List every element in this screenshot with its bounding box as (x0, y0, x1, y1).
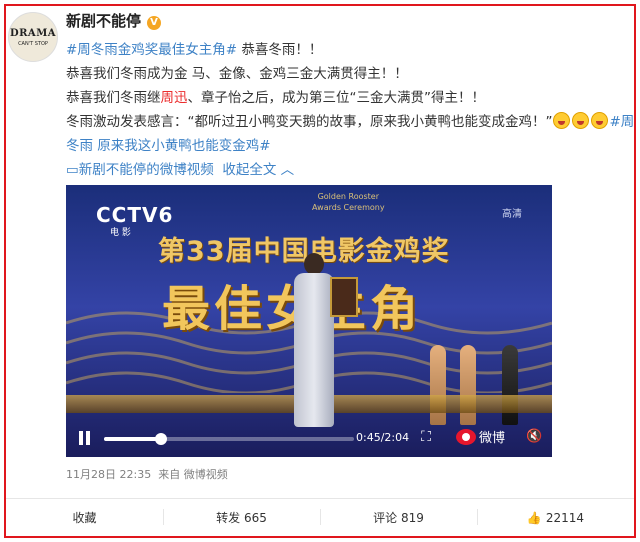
quality-label: 高清 (502, 209, 522, 220)
hashtag-link[interactable]: #周冬雨金鸡奖最佳女主角# (66, 42, 237, 58)
action-bar: 收藏 转发 665 评论 819 👍 22114 (6, 499, 634, 536)
hashtag-link[interactable]: #周 (610, 114, 635, 130)
mention-link[interactable]: 周迅 (161, 90, 188, 106)
source: 来自 微博视频 (158, 468, 228, 481)
post-meta: 11月28日 22:35 来自 微博视频 (66, 466, 228, 482)
post-text: 恭喜我们冬雨继 (66, 90, 161, 106)
weibo-logo-icon (456, 429, 476, 445)
grin-emoji-icon (571, 112, 589, 129)
grin-emoji-icon (590, 112, 608, 129)
channel-sub: 电 影 (110, 228, 131, 238)
repost-button[interactable]: 转发 665 (163, 499, 320, 536)
time-display: 0:45/2:04 (356, 431, 410, 444)
thumbs-up-icon: 👍 (526, 510, 542, 525)
video-player[interactable]: CCTV6 电 影 Golden Rooster Awards Ceremony… (66, 185, 552, 457)
post-line-4: 冬雨激动发表感言：“都听过丑小鸭变天鹅的故事，原来我小黄鸭也能变成金鸡！” #周 (66, 110, 640, 134)
video-icon: ▭ (66, 162, 79, 178)
progress-fill (104, 437, 161, 441)
progress-knob[interactable] (154, 433, 167, 445)
post-line-1: #周冬雨金鸡奖最佳女主角# 恭喜冬雨！！ (66, 38, 640, 62)
chevron-up-icon: ︿ (276, 162, 295, 178)
fullscreen-icon[interactable]: ⛶ (418, 429, 434, 445)
timestamp[interactable]: 11月28日 22:35 (66, 468, 151, 481)
pause-icon[interactable] (78, 431, 92, 445)
post-text: 、章子怡之后，成为第三位“三金大满贯”得主！！ (187, 90, 486, 106)
post-line-3: 恭喜我们冬雨继周迅、章子怡之后，成为第三位“三金大满贯”得主！！ (66, 86, 640, 110)
post-body: #周冬雨金鸡奖最佳女主角# 恭喜冬雨！！ 恭喜我们冬雨成为金 马、金像、金鸡三金… (66, 38, 640, 182)
award-certificate (330, 277, 358, 317)
favorite-button[interactable]: 收藏 (6, 499, 163, 536)
avatar-text-line2: CAN'T STOP (18, 40, 48, 47)
account-name[interactable]: 新剧不能停 (66, 12, 141, 30)
post-line-6: ▭新剧不能停的微博视频 收起全文 ︿ (66, 158, 640, 182)
v-badge-icon: V (147, 16, 162, 30)
mute-icon[interactable]: 🔇 (526, 429, 542, 444)
post-line-5: 冬雨 原来我这小黄鸭也能变金鸡# (66, 134, 640, 158)
comment-button[interactable]: 评论 819 (320, 499, 477, 536)
collapse-link[interactable]: 收起全文 ︿ (218, 162, 294, 178)
grin-emoji-icon (552, 112, 570, 129)
like-button[interactable]: 👍 22114 (477, 499, 634, 536)
account-name-row: 新剧不能停 V (66, 10, 162, 31)
event-title-en: Golden Rooster Awards Ceremony (312, 192, 385, 212)
avatar[interactable]: DRAMA CAN'T STOP (8, 12, 58, 62)
progress-bar[interactable] (104, 433, 354, 445)
post-text: 恭喜冬雨！！ (237, 42, 323, 58)
weibo-watermark: 微博 (456, 427, 505, 446)
avatar-text-line1: DRAMA (9, 27, 57, 39)
post-line-2: 恭喜我们冬雨成为金 马、金像、金鸡三金大满贯得主！！ (66, 66, 408, 82)
channel-logo: CCTV6 (96, 203, 174, 227)
post-text: 冬雨激动发表感言：“都听过丑小鸭变天鹅的故事，原来我小黄鸭也能变成金鸡！” (66, 114, 553, 130)
video-source-link[interactable]: ▭新剧不能停的微博视频 (66, 162, 214, 178)
hashtag-link[interactable]: 冬雨 原来我这小黄鸭也能变金鸡# (66, 138, 271, 154)
video-controls: 0:45/2:04 ⛶ 微博 🔇 (66, 417, 552, 457)
